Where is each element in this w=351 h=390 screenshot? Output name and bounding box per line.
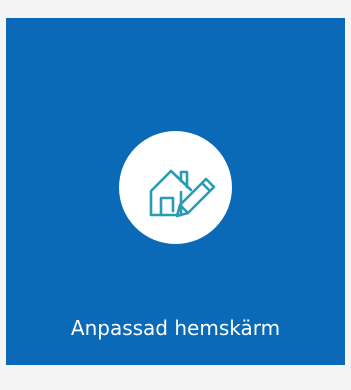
tile-label: Anpassad hemskärm — [70, 316, 281, 340]
custom-home-screen-tile[interactable]: Anpassad hemskärm — [6, 18, 345, 365]
home-edit-icon — [149, 169, 216, 218]
icon-badge — [119, 131, 232, 244]
